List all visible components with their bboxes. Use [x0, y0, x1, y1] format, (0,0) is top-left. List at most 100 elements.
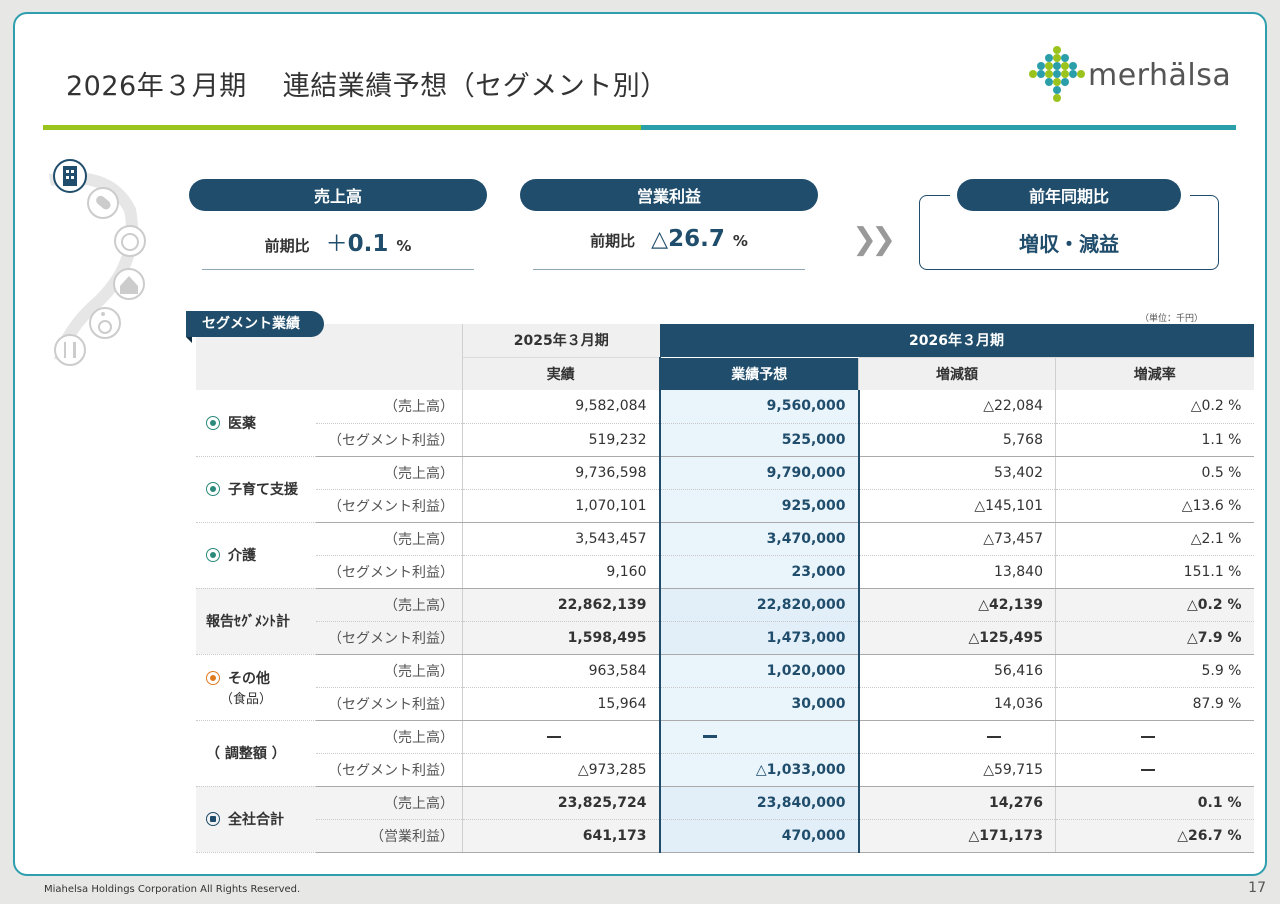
- childcare-icon: [114, 225, 146, 257]
- forecast-value: 925,000: [658, 489, 860, 523]
- header-rate: 増減率: [1055, 356, 1254, 390]
- segment-name: 全社合計: [228, 812, 284, 828]
- table-row: 全社合計 （売上高） 23,825,724 23,840,000 14,276 0.1 %: [196, 786, 1254, 853]
- em-dash: [1141, 768, 1155, 771]
- segment-name: 医薬: [228, 415, 256, 432]
- page-number: 17: [1248, 880, 1266, 896]
- unit-label: （単位：千円）: [1140, 314, 1204, 324]
- yoy-result-text: 増収・減益: [1019, 232, 1119, 256]
- forecast-value: 1,473,000: [658, 621, 860, 655]
- metric-label: （セグメント利益）: [316, 555, 463, 589]
- metric-label: （売上高）: [316, 720, 463, 754]
- sales-change-value: 0.1: [347, 231, 389, 257]
- segment-name: その他: [228, 670, 270, 687]
- segment-name: 子育て支援: [228, 482, 298, 498]
- table-row: （セグメント利益） 1,070,101 925,000 △145,101 △13.6 %: [196, 489, 1254, 523]
- rate-value: 151.1 %: [1055, 555, 1254, 589]
- rate-value: △26.7 %: [1055, 819, 1254, 853]
- table-row: 報告ｾｸﾞﾒﾝﾄ計 （売上高） 22,862,139 22,820,000 △42,13…: [196, 588, 1254, 655]
- food-icon: [206, 670, 220, 685]
- rate-value: [1055, 753, 1254, 787]
- rate-value: 1.1 %: [1055, 423, 1254, 457]
- change-value: 56,416: [858, 654, 1056, 688]
- table-row: 介護 （売上高） 3,543,457 3,470,000 △73,457 △2.1 %: [196, 522, 1254, 589]
- change-value: △42,139: [858, 588, 1056, 622]
- segment-name-cell: （ 調整額 ）: [196, 720, 316, 787]
- forecast-value: 9,790,000: [658, 456, 860, 490]
- segment-name-cell: 医薬: [196, 390, 316, 457]
- rate-value: 87.9 %: [1055, 687, 1254, 721]
- rate-value: △0.2 %: [1055, 390, 1254, 424]
- rate-value: △13.6 %: [1055, 489, 1254, 523]
- rate-value: 5.9 %: [1055, 654, 1254, 688]
- segment-name: （ 調整額 ）: [206, 746, 286, 762]
- segment-name-cell: その他 （食品）: [196, 654, 316, 721]
- forecast-value: 9,560,000: [658, 390, 860, 424]
- double-chevron-icon: ❯❯: [852, 222, 896, 257]
- forecast-value: 23,840,000: [658, 786, 860, 820]
- rate-value: [1055, 720, 1254, 754]
- header-actual: 実績: [462, 356, 660, 390]
- change-value: 13,840: [858, 555, 1056, 589]
- change-value: △125,495: [858, 621, 1056, 655]
- footer-copyright: Miahelsa Holdings Corporation All Rights…: [44, 884, 301, 895]
- metric-label: （売上高）: [316, 456, 463, 490]
- table-row: （セグメント利益） △973,285 △1,033,000 △59,715: [196, 753, 1254, 787]
- op-profit-change-value: 26.7: [668, 226, 725, 252]
- childcare-icon: [206, 482, 220, 496]
- segment-name: 報告ｾｸﾞﾒﾝﾄ計: [206, 614, 290, 630]
- table-row: （営業利益） 641,173 470,000 △171,173 △26.7 %: [196, 819, 1254, 853]
- actual-value: 1,070,101: [462, 489, 660, 523]
- house-icon: [113, 268, 145, 300]
- change-value: △145,101: [858, 489, 1056, 523]
- change-value: [858, 720, 1056, 754]
- segment-name-cell: 全社合計: [196, 786, 316, 853]
- company-logo: merhälsa: [1028, 44, 1240, 106]
- actual-value: 22,862,139: [462, 588, 660, 622]
- table-row: （セグメント利益） 15,964 30,000 14,036 87.9 %: [196, 687, 1254, 721]
- change-value: △171,173: [858, 819, 1056, 853]
- table-row: その他 （食品） （売上高） 963,584 1,020,000 56,416 5.9 %: [196, 654, 1254, 721]
- em-dash: [547, 735, 561, 738]
- forecast-value: 30,000: [658, 687, 860, 721]
- op-profit-kpi-pill: 営業利益: [520, 179, 818, 211]
- change-value: 53,402: [858, 456, 1056, 490]
- metric-label: （売上高）: [316, 654, 463, 688]
- segment-name: 介護: [228, 548, 256, 564]
- header-fy2026: 2026年３月期: [659, 324, 1254, 357]
- table-row: （セグメント利益） 1,598,495 1,473,000 △125,495 △7.9 …: [196, 621, 1254, 655]
- change-value: 5,768: [858, 423, 1056, 457]
- forecast-value: 1,020,000: [658, 654, 860, 688]
- op-profit-compare-label: 前期比: [590, 232, 636, 250]
- header-change: 増減額: [858, 356, 1056, 390]
- metric-label: （営業利益）: [316, 819, 463, 853]
- rate-value: △0.2 %: [1055, 588, 1254, 622]
- segment-table: 2025年３月期 2026年３月期 実績 業績予想 増減額 増減率 医薬 （売上高…: [196, 324, 1254, 853]
- table-row: （ 調整額 ） （売上高）: [196, 720, 1254, 787]
- table-row: （セグメント利益） 519,232 525,000 5,768 1.1 %: [196, 423, 1254, 457]
- metric-label: （売上高）: [316, 390, 463, 424]
- yoy-pill: 前年同期比: [957, 179, 1181, 211]
- em-dash: [703, 735, 717, 738]
- actual-value: 963,584: [462, 654, 660, 688]
- forecast-value: 470,000: [658, 819, 860, 853]
- sales-kpi-pill: 売上高: [189, 179, 487, 211]
- change-value: △22,084: [858, 390, 1056, 424]
- change-value: 14,276: [858, 786, 1056, 820]
- segment-name-cell: 介護: [196, 522, 316, 589]
- metric-label: （売上高）: [316, 786, 463, 820]
- rate-value: △7.9 %: [1055, 621, 1254, 655]
- title-rule-teal: [641, 125, 1236, 130]
- wheelchair-icon: [89, 307, 121, 339]
- forecast-value: [658, 720, 860, 754]
- op-profit-kpi-row: 前期比 △ 26.7 %: [533, 226, 805, 270]
- medicine-icon: [87, 187, 119, 219]
- table-row: （セグメント利益） 9,160 23,000 13,840 151.1 %: [196, 555, 1254, 589]
- nursing-care-icon: [206, 548, 220, 562]
- page-title: 2026年３月期 連結業績予想（セグメント別）: [66, 64, 668, 103]
- forecast-value: 525,000: [658, 423, 860, 457]
- rate-value: 0.1 %: [1055, 786, 1254, 820]
- metric-label: （セグメント利益）: [316, 687, 463, 721]
- logo-mark-icon: [1029, 46, 1085, 102]
- actual-value: 9,582,084: [462, 390, 660, 424]
